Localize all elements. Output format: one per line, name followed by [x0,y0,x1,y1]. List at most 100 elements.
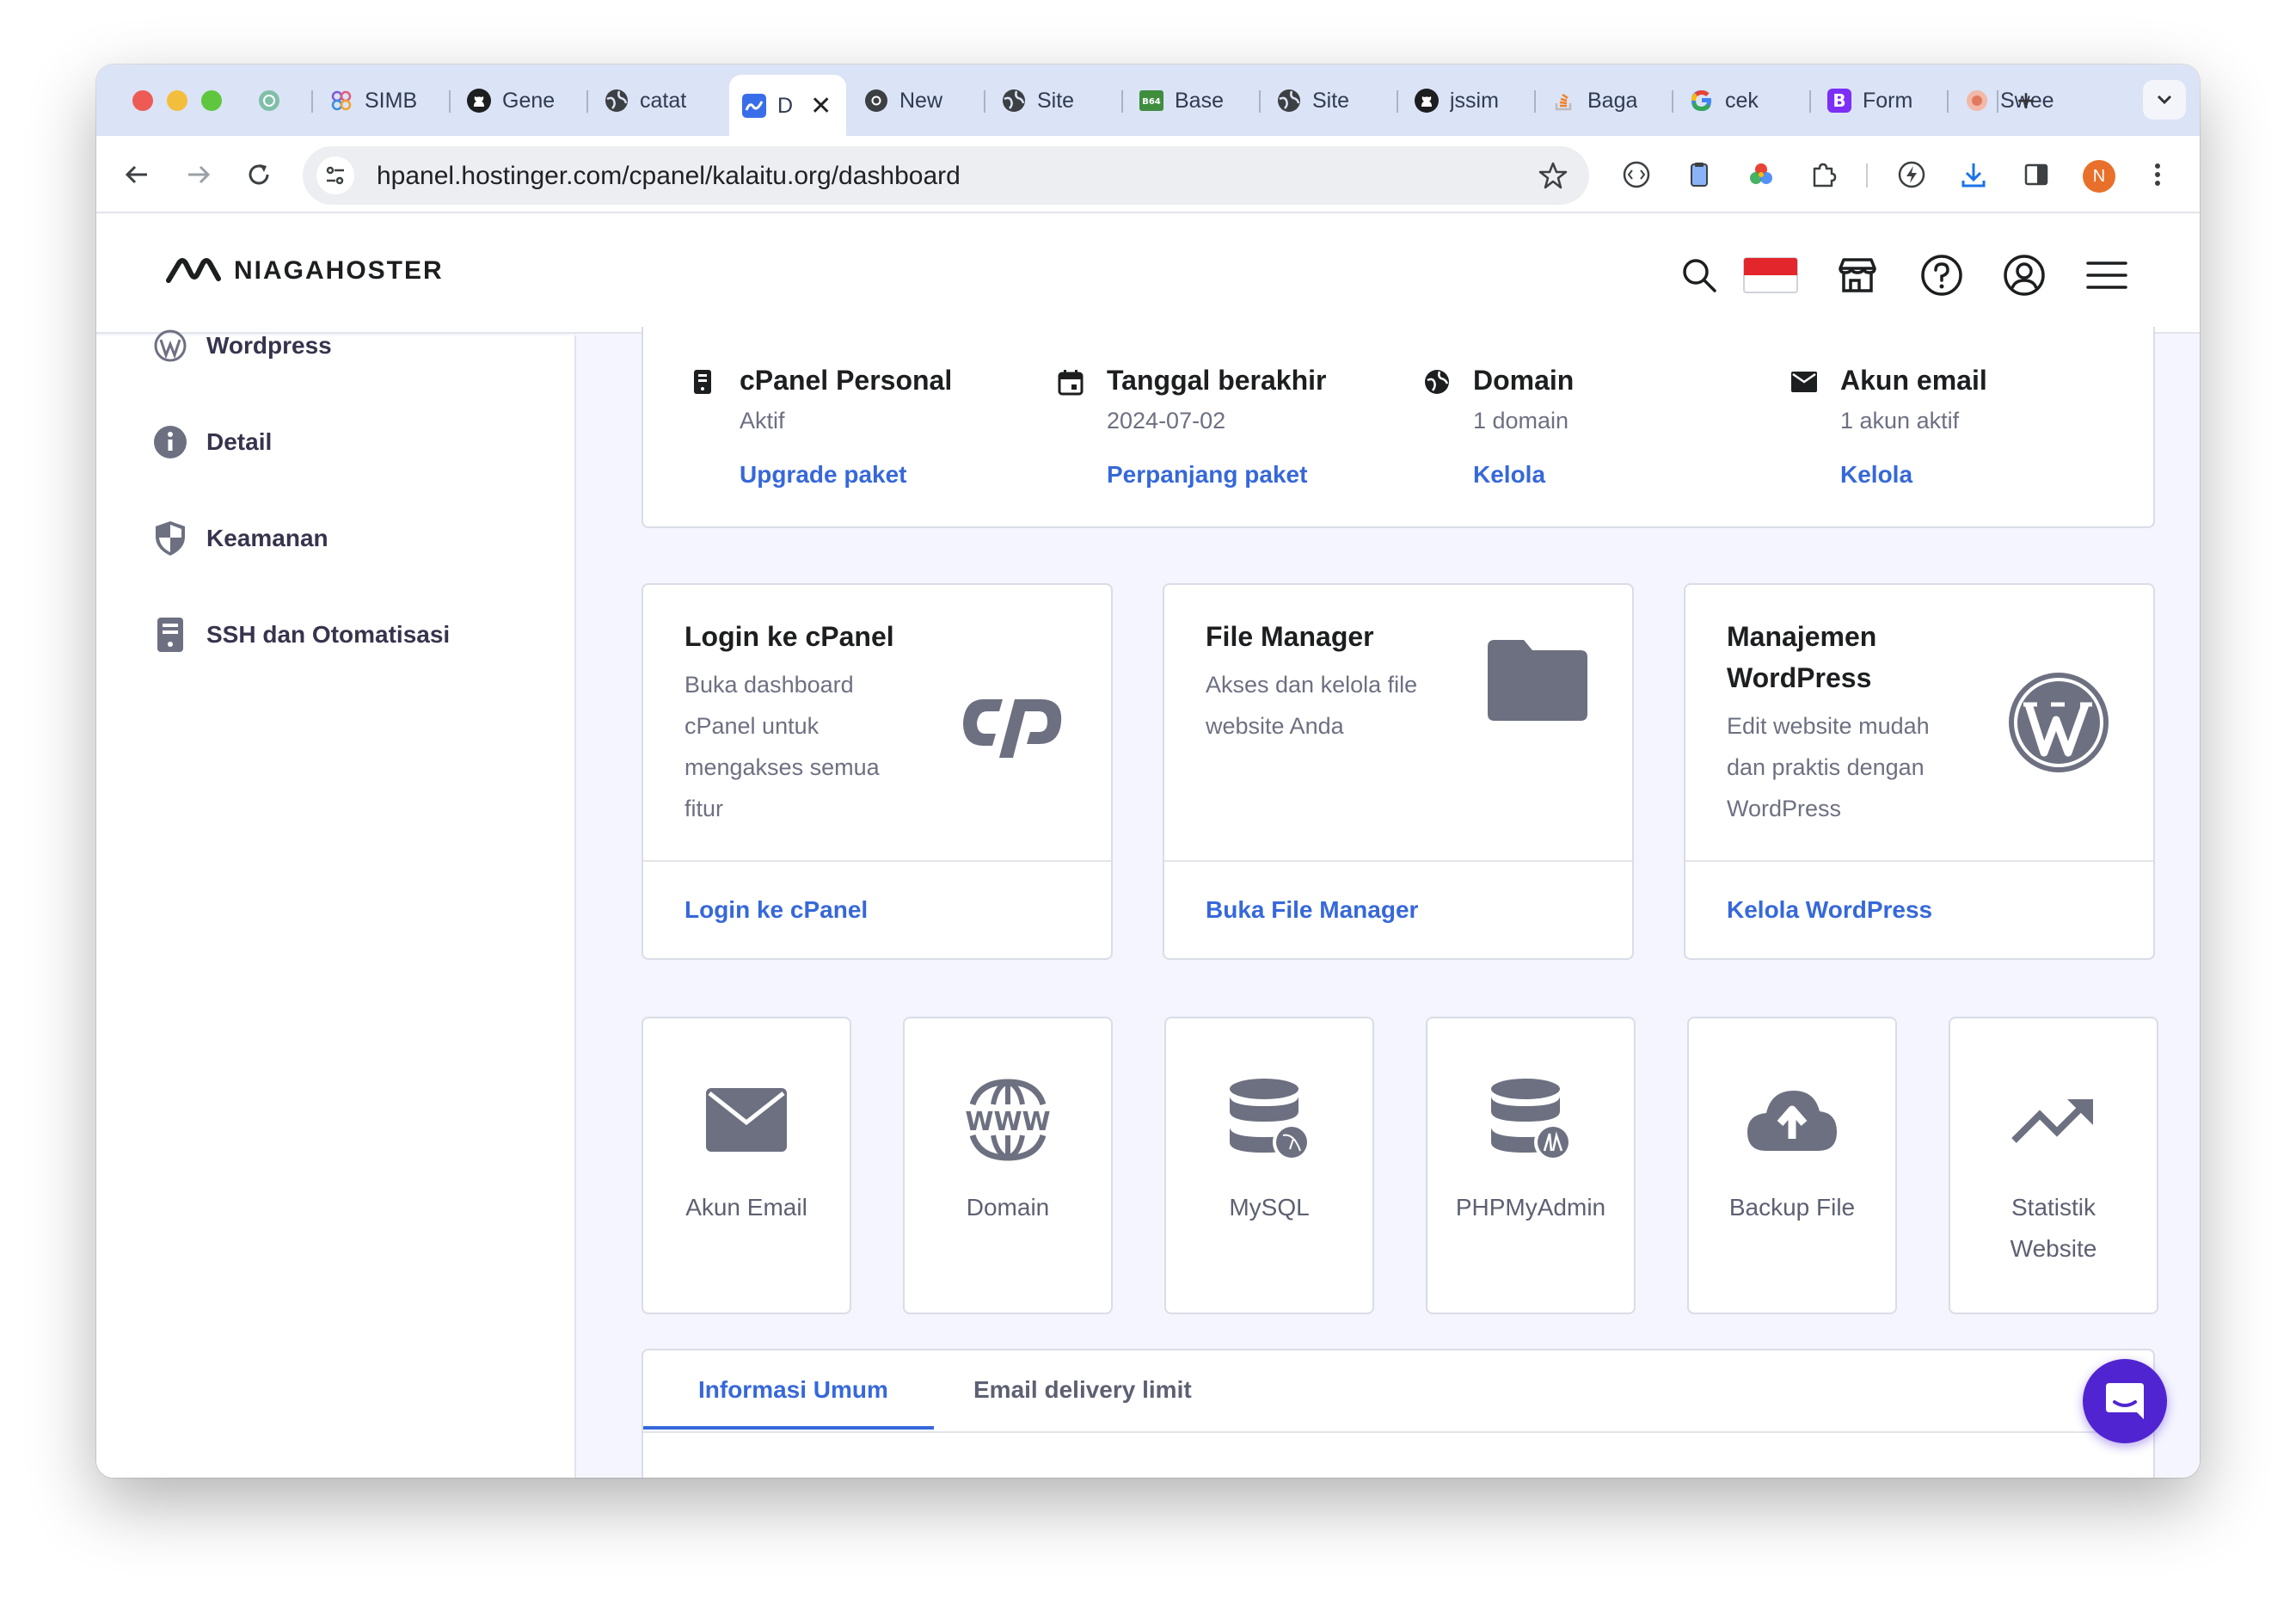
extension-button[interactable] [1743,157,1779,193]
indonesia-flag-icon [1743,257,1798,293]
help-button[interactable] [1918,251,1966,299]
upgrade-plan-link[interactable]: Upgrade paket [740,461,907,489]
browser-tab[interactable]: Site [1264,78,1393,123]
svg-text:WWW: WWW [965,1107,1050,1137]
forward-button[interactable] [179,155,218,194]
hamburger-menu-icon [2086,261,2127,289]
tile-backup[interactable]: Backup File [1687,1017,1897,1314]
plan-summary-card: cPanel Personal Aktif Upgrade paket Tang… [642,327,2155,528]
sidebar-item-keamanan[interactable]: Keamanan [153,521,328,556]
wordpress-logo-icon [2005,669,2112,776]
tab-title: Baga [1587,88,1638,113]
wordpress-management-card: Manajemen WordPress Edit website mudah d… [1684,583,2155,960]
folder-icon [1484,636,1591,723]
live-chat-button[interactable] [2083,1359,2167,1443]
sidebar-item-ssh[interactable]: SSH dan Otomatisasi [153,618,450,652]
manage-domain-link[interactable]: Kelola [1473,461,1545,489]
open-file-manager-link[interactable]: Buka File Manager [1206,896,1418,924]
sidebar-item-detail[interactable]: Detail [153,425,272,459]
color-picker-icon [1750,163,1772,184]
puzzle-icon [1813,163,1837,188]
mail-icon [1790,368,1818,396]
bookmark-star-button[interactable] [1536,158,1570,193]
tile-label: Statistik Website [2010,1194,2097,1262]
figma-like-icon [328,88,354,114]
minimize-window-button[interactable] [167,90,187,111]
tile-phpmyadmin[interactable]: PHPMyAdmin [1426,1017,1636,1314]
browser-tab[interactable]: Site [989,78,1118,123]
site-info-button[interactable] [316,157,354,194]
niagahoster-logo[interactable]: NIAGAHOSTER [165,256,444,286]
tile-email-accounts[interactable]: Akun Email [642,1017,851,1314]
search-button[interactable] [1675,251,1723,299]
stackoverflow-icon [1551,88,1577,114]
back-button[interactable] [117,155,157,194]
tab-informasi-umum[interactable]: Informasi Umum [698,1376,888,1404]
browser-tab[interactable] [244,78,304,123]
language-button[interactable] [1742,251,1799,299]
tile-label: Akun Email [685,1194,807,1221]
info-tabs-card: Informasi Umum Email delivery limit [642,1349,2155,1478]
manage-wordpress-link[interactable]: Kelola WordPress [1727,896,1932,924]
tab-title: Form [1863,88,1913,113]
tab-title: Site [1312,88,1350,113]
browser-window: SIMB Gene catat D ✕ New Site B64 Base Si… [96,65,2200,1478]
extension-button[interactable] [1618,157,1654,193]
reload-button[interactable] [239,155,279,194]
download-icon [1961,163,1986,188]
tab-title: Base [1175,88,1224,113]
browser-tab[interactable]: B64 Base [1127,78,1255,123]
browser-tab-active[interactable]: D ✕ [729,75,846,137]
close-tab-icon[interactable]: ✕ [810,91,832,121]
browser-tab[interactable]: cek [1677,78,1806,123]
sidebar-item-label: Detail [206,428,273,455]
summary-title: Domain [1473,365,1575,396]
arrow-left-icon [125,165,147,184]
performance-button[interactable] [1894,157,1930,193]
account-button[interactable] [2000,251,2048,299]
sidebar-item-wordpress[interactable]: Wordpress [153,329,332,363]
tab-title: SIMB [365,88,418,113]
maximize-window-button[interactable] [201,90,222,111]
calendar-icon [1057,368,1084,396]
tile-website-stats[interactable]: Statistik Website [1949,1017,2158,1314]
browser-tab[interactable]: SIMB [316,78,445,123]
card-title: Login ke cPanel [685,621,894,652]
help-icon [1921,255,1962,296]
github-icon [1414,88,1440,114]
browser-tab[interactable]: Baga [1539,78,1668,123]
chat-icon [2106,1383,2144,1419]
plan-icon [690,368,717,396]
tab-title: cek [1725,88,1759,113]
tile-domain[interactable]: WWW Domain [903,1017,1113,1314]
bootstrap-icon: B [1826,88,1852,114]
tab-search-button[interactable] [2143,80,2186,120]
clipboard-extension-icon [1691,163,1708,187]
tile-mysql[interactable]: MySQL [1164,1017,1374,1314]
manage-email-link[interactable]: Kelola [1840,461,1912,489]
renew-plan-link[interactable]: Perpanjang paket [1107,461,1307,489]
browser-tab[interactable]: catat [592,78,721,123]
browser-tab[interactable]: New [851,78,980,123]
menu-button[interactable] [2083,251,2131,299]
downloads-button[interactable] [1955,157,1992,193]
address-bar[interactable]: hpanel.hostinger.com/cpanel/kalaitu.org/… [303,146,1589,205]
extension-button[interactable] [1681,157,1717,193]
browser-tab[interactable]: jssim [1402,78,1531,123]
globe-icon [604,88,629,114]
login-cpanel-link[interactable]: Login ke cPanel [685,896,868,924]
browser-tab[interactable]: B Form [1814,78,1943,123]
new-tab-button[interactable]: + [2009,83,2043,118]
side-panel-button[interactable] [2018,157,2054,193]
tab-email-delivery-limit[interactable]: Email delivery limit [973,1376,1192,1404]
mysql-icon [1166,1075,1372,1165]
globe-icon [1423,368,1451,396]
extensions-menu-button[interactable] [1806,157,1842,193]
file-manager-card: File Manager Akses dan kelola file websi… [1163,583,1634,960]
close-window-button[interactable] [132,90,153,111]
profile-avatar[interactable]: N [2083,160,2115,193]
store-button[interactable] [1833,251,1882,299]
browser-tab[interactable]: Gene [454,78,583,123]
browser-menu-button[interactable] [2139,157,2176,193]
app-header: NIAGAHOSTER [96,213,2200,334]
